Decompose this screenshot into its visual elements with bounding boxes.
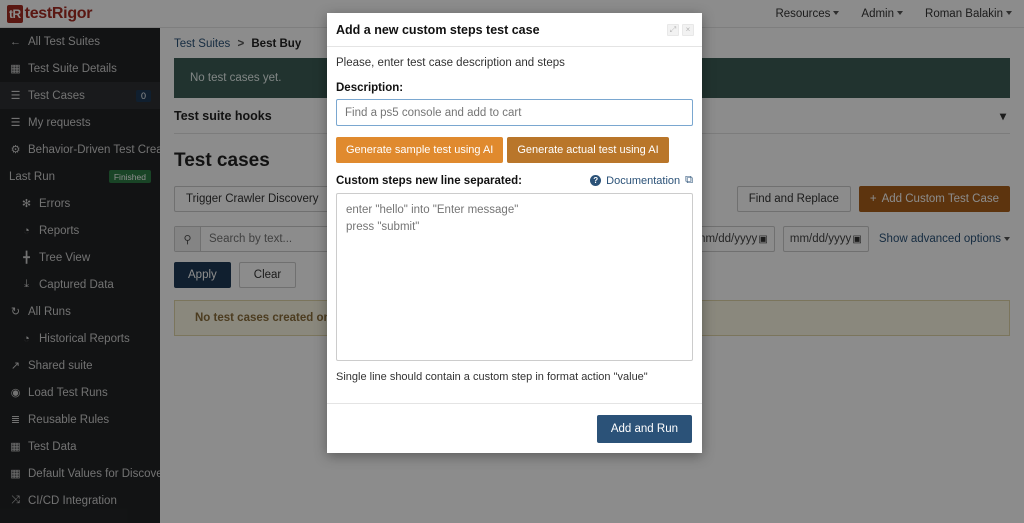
help-icon: ? bbox=[590, 175, 601, 186]
custom-steps-hint: Single line should contain a custom step… bbox=[336, 371, 693, 383]
modal-controls: ⤢ × bbox=[667, 24, 694, 36]
custom-steps-textarea[interactable] bbox=[336, 193, 693, 361]
add-and-run-button[interactable]: Add and Run bbox=[597, 415, 692, 443]
documentation-link[interactable]: ? Documentation ⧉ bbox=[590, 174, 693, 187]
ai-generate-buttons: Generate sample test using AI Generate a… bbox=[336, 137, 693, 163]
documentation-label: Documentation bbox=[606, 175, 680, 187]
modal-body: Please, enter test case description and … bbox=[327, 47, 702, 403]
modal-footer: Add and Run bbox=[327, 403, 702, 453]
custom-steps-header: Custom steps new line separated: ? Docum… bbox=[336, 174, 693, 187]
description-label: Description: bbox=[336, 82, 693, 94]
modal-title: Add a new custom steps test case bbox=[336, 23, 540, 37]
external-link-icon: ⧉ bbox=[685, 174, 693, 187]
description-input[interactable] bbox=[336, 99, 693, 126]
custom-steps-label: Custom steps new line separated: bbox=[336, 175, 522, 187]
modal-subtitle: Please, enter test case description and … bbox=[336, 57, 693, 69]
close-icon[interactable]: × bbox=[682, 24, 694, 36]
expand-icon[interactable]: ⤢ bbox=[667, 24, 679, 36]
generate-sample-test-button[interactable]: Generate sample test using AI bbox=[336, 137, 503, 163]
modal-header: Add a new custom steps test case ⤢ × bbox=[327, 13, 702, 47]
generate-actual-test-button[interactable]: Generate actual test using AI bbox=[507, 137, 668, 163]
add-custom-steps-test-case-modal: Add a new custom steps test case ⤢ × Ple… bbox=[327, 13, 702, 453]
app-root: tR testRigor Resources Admin Roman Balak… bbox=[0, 0, 1024, 523]
